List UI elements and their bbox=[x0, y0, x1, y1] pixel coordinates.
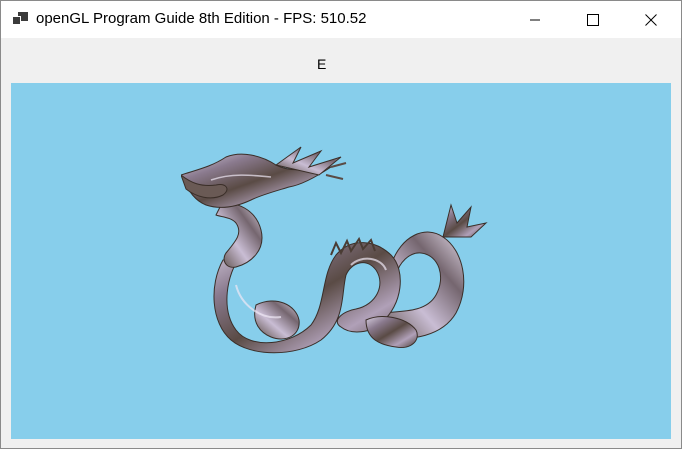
application-window: openGL Program Guide 8th Edition - FPS: … bbox=[0, 0, 682, 449]
app-window-icon bbox=[12, 12, 28, 25]
minimize-button[interactable] bbox=[506, 1, 564, 38]
menu-bar: E bbox=[1, 38, 681, 83]
window-title: openGL Program Guide 8th Edition - FPS: … bbox=[36, 10, 367, 27]
opengl-viewport[interactable] bbox=[11, 83, 671, 439]
dragon-model bbox=[181, 146, 488, 354]
title-bar[interactable]: openGL Program Guide 8th Edition - FPS: … bbox=[1, 1, 681, 38]
close-icon bbox=[645, 13, 657, 26]
menu-item-e[interactable]: E bbox=[317, 56, 326, 72]
close-button[interactable] bbox=[622, 1, 680, 38]
maximize-button[interactable] bbox=[564, 1, 622, 38]
minimize-icon bbox=[530, 19, 540, 20]
maximize-icon bbox=[587, 13, 599, 26]
